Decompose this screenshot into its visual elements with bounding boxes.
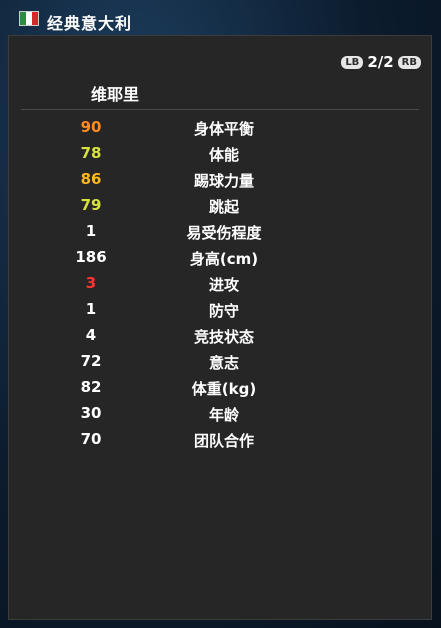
stat-label: 进攻 — [208, 276, 239, 294]
stat-row: 86 踢球力量 — [9, 166, 431, 192]
stat-row: 79 跳起 — [9, 192, 431, 218]
stat-row: 70 团队合作 — [9, 426, 431, 452]
stat-row: 90 身体平衡 — [9, 114, 431, 140]
stat-label: 身体平衡 — [193, 120, 254, 138]
stat-value: 30 — [80, 404, 102, 422]
stat-label: 体重(kg) — [191, 380, 257, 398]
stat-row: 30 年龄 — [9, 400, 431, 426]
stat-value: 82 — [80, 378, 102, 396]
player-name: 维耶里 — [91, 85, 140, 104]
stat-value: 70 — [80, 430, 102, 448]
stat-value: 90 — [80, 118, 102, 136]
stat-label: 意志 — [208, 354, 239, 372]
stat-row: 1 防守 — [9, 296, 431, 322]
italy-flag-icon — [19, 11, 39, 26]
stat-row: 82 体重(kg) — [9, 374, 431, 400]
stat-row: 78 体能 — [9, 140, 431, 166]
team-name: 经典意大利 — [47, 14, 133, 33]
flag-stripe-red — [32, 12, 38, 25]
stat-label: 年龄 — [208, 406, 239, 424]
top-bar: 经典意大利 — [0, 0, 441, 36]
page-number: 2/2 — [367, 53, 394, 71]
stat-label: 竞技状态 — [193, 328, 254, 346]
stat-label: 身高(cm) — [189, 250, 259, 268]
stat-value: 1 — [85, 222, 97, 240]
stat-value: 186 — [75, 248, 107, 266]
stat-row: 3 进攻 — [9, 270, 431, 296]
divider — [21, 109, 419, 110]
lb-button-icon[interactable]: LB — [341, 55, 364, 69]
stat-value: 78 — [80, 144, 102, 162]
stat-row: 4 竞技状态 — [9, 322, 431, 348]
stat-label: 踢球力量 — [193, 172, 254, 190]
stat-label: 体能 — [208, 146, 239, 164]
player-stats-panel: LB 2/2 RB 维耶里 90 身体平衡 78 体能 86 踢球力量 79 跳起 1 易受伤程度… — [8, 35, 432, 620]
stat-value: 1 — [85, 300, 97, 318]
stat-label: 防守 — [208, 302, 239, 320]
stat-value: 72 — [80, 352, 102, 370]
stat-value: 4 — [85, 326, 97, 344]
stat-row: 186 身高(cm) — [9, 244, 431, 270]
page-indicator: LB 2/2 RB — [341, 53, 421, 71]
stat-label: 团队合作 — [193, 432, 254, 450]
stat-row: 72 意志 — [9, 348, 431, 374]
stats-list: 90 身体平衡 78 体能 86 踢球力量 79 跳起 1 易受伤程度 186 身高(cm) 3 进攻 1 防… — [9, 114, 431, 452]
rb-button-icon[interactable]: RB — [397, 55, 421, 69]
stat-value: 3 — [85, 274, 97, 292]
stat-value: 79 — [80, 196, 102, 214]
stat-value: 86 — [80, 170, 102, 188]
stat-label: 易受伤程度 — [186, 224, 262, 242]
stat-row: 1 易受伤程度 — [9, 218, 431, 244]
stat-label: 跳起 — [208, 198, 239, 216]
